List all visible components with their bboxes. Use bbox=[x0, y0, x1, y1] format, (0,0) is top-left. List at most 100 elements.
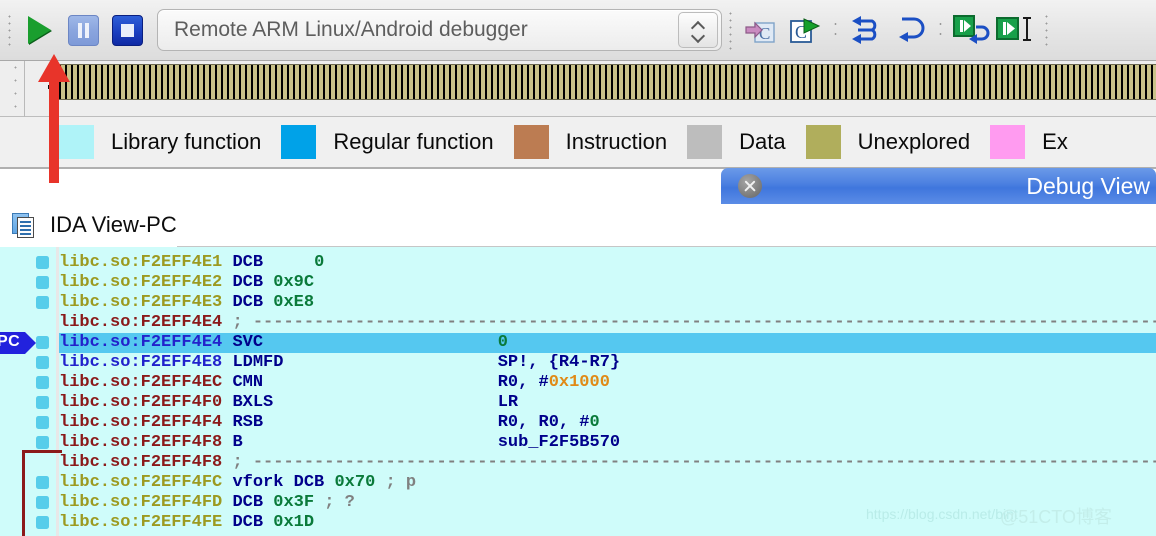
step-into-icon: C bbox=[745, 21, 775, 43]
toolbar-overflow-handle[interactable] bbox=[1045, 13, 1048, 47]
breakpoint-dot[interactable] bbox=[36, 336, 49, 349]
line-mnemonic: LDMFD bbox=[232, 353, 284, 372]
line-mnemonic: DCB bbox=[293, 473, 325, 492]
line-operand: 0 bbox=[314, 253, 325, 272]
disassembly-line[interactable]: libc.so:F2EFF4E2 DCB 0x9C bbox=[59, 273, 1156, 293]
close-icon[interactable] bbox=[738, 174, 762, 198]
run-until-return-button[interactable] bbox=[949, 8, 993, 52]
stop-button[interactable] bbox=[105, 8, 149, 52]
watermark-site: @51CTO博客 bbox=[1000, 507, 1112, 527]
step-out-icon bbox=[899, 17, 925, 42]
legend-swatch bbox=[281, 125, 317, 159]
legend-item: Library function bbox=[59, 125, 281, 159]
debugger-toolbar: Remote ARM Linux/Android debugger C C bbox=[0, 0, 1156, 61]
disassembly-line[interactable]: libc.so:F2EFF4E1 DCB 0 bbox=[59, 253, 1156, 273]
line-operand: 0 bbox=[497, 333, 508, 352]
line-address: libc.so:F2EFF4F8 bbox=[59, 433, 223, 452]
line-operand: R0, R0, #0 bbox=[497, 413, 600, 432]
line-address: libc.so:F2EFF4E4 bbox=[59, 333, 223, 352]
line-comment: ; bbox=[232, 313, 253, 332]
legend-items: Library function Regular function Instruct… bbox=[0, 125, 1088, 159]
legend-item: Data bbox=[687, 125, 805, 159]
arrow-up-icon bbox=[38, 54, 70, 183]
tab-ida-view-pc[interactable]: IDA View-PC bbox=[0, 203, 177, 247]
legend-item: Instruction bbox=[513, 125, 688, 159]
toolbar-drag-handle[interactable] bbox=[8, 13, 11, 47]
toolbar-separator-3 bbox=[939, 19, 942, 41]
legend-swatch bbox=[805, 125, 841, 159]
line-address: libc.so:F2EFF4E4 bbox=[59, 313, 223, 332]
line-comment: ; bbox=[232, 453, 253, 472]
disassembly-line[interactable]: libc.so:F2EFF4EC CMN R0, #0x1000 bbox=[59, 373, 1156, 393]
line-comment: ; p bbox=[385, 473, 417, 492]
disassembly-line[interactable]: libc.so:F2EFF4E3 DCB 0xE8 bbox=[59, 293, 1156, 313]
breakpoint-dot[interactable] bbox=[36, 436, 49, 449]
line-operand: 0x1D bbox=[273, 513, 315, 532]
legend-label: Unexplored bbox=[857, 129, 971, 154]
ida-debugger-window: Remote ARM Linux/Android debugger C C Li… bbox=[0, 0, 1156, 536]
stop-icon bbox=[111, 14, 143, 46]
play-icon bbox=[27, 16, 51, 44]
line-address: libc.so:F2EFF4E1 bbox=[59, 253, 223, 272]
breakpoint-dot[interactable] bbox=[36, 256, 49, 269]
disassembly-view[interactable]: libc.so:F2EFF4E1 DCB 0 libc.so:F2EFF4E2 D… bbox=[0, 247, 1156, 536]
breakpoint-dot[interactable] bbox=[36, 376, 49, 389]
line-address: libc.so:F2EFF4E8 bbox=[59, 353, 223, 372]
line-mnemonic: DCB bbox=[232, 253, 264, 272]
disassembly-line[interactable]: libc.so:F2EFF4F0 BXLS LR bbox=[59, 393, 1156, 413]
disassembly-line[interactable]: libc.so:F2EFF4F8 ; ---------------------… bbox=[59, 453, 1156, 473]
breakpoint-dot[interactable] bbox=[36, 356, 49, 369]
navigation-band[interactable] bbox=[59, 64, 1156, 100]
legend-label: Library function bbox=[111, 129, 262, 154]
line-comment: ; ? bbox=[324, 493, 355, 512]
step-out-button[interactable] bbox=[888, 8, 932, 52]
run-to-cursor-icon: C bbox=[790, 18, 821, 43]
navigation-band-area bbox=[0, 61, 1156, 174]
disassembly-line[interactable]: libc.so:F2EFF4E4 ; ---------------------… bbox=[59, 313, 1156, 333]
legend-item: Unexplored bbox=[805, 125, 991, 159]
line-operand: 0x3F bbox=[273, 493, 315, 512]
legend-label: Instruction bbox=[565, 129, 668, 154]
disassembly-line[interactable]: libc.so:F2EFF4E8 LDMFD SP!, {R4-R7} bbox=[59, 353, 1156, 373]
document-icon bbox=[12, 212, 37, 238]
disassembly-line-current[interactable]: libc.so:F2EFF4E4 SVC 0 bbox=[59, 333, 1156, 353]
disassembly-line[interactable]: libc.so:F2EFF4F4 RSB R0, R0, #0 bbox=[59, 413, 1156, 433]
disassembly-line[interactable]: libc.so:F2EFF4F8 B sub_F2F5B570 bbox=[59, 433, 1156, 453]
line-mnemonic: SVC bbox=[232, 333, 264, 352]
breakpoint-dot[interactable] bbox=[36, 396, 49, 409]
pc-marker[interactable]: PC bbox=[0, 332, 36, 354]
line-address: libc.so:F2EFF4E3 bbox=[59, 293, 223, 312]
legend-swatch bbox=[990, 125, 1026, 159]
line-mnemonic: DCB bbox=[232, 293, 264, 312]
line-address: libc.so:F2EFF4E2 bbox=[59, 273, 223, 292]
navband-legend: Library function Regular function Instruct… bbox=[0, 117, 1156, 169]
tab-label: IDA View-PC bbox=[50, 212, 177, 237]
step-instruction-button[interactable] bbox=[993, 8, 1037, 52]
debugger-select[interactable]: Remote ARM Linux/Android debugger bbox=[157, 9, 722, 51]
line-address: libc.so:F2EFF4F0 bbox=[59, 393, 223, 412]
pause-button[interactable] bbox=[61, 8, 105, 52]
debug-view-titlebar[interactable]: Debug View bbox=[721, 168, 1156, 204]
step-over-icon bbox=[852, 16, 877, 44]
line-address: libc.so:F2EFF4FC bbox=[59, 473, 223, 492]
toolbar-separator-2 bbox=[834, 19, 837, 41]
disassembly-lines[interactable]: libc.so:F2EFF4E1 DCB 0 libc.so:F2EFF4E2 D… bbox=[59, 247, 1156, 536]
run-button[interactable] bbox=[17, 8, 61, 52]
legend-swatch bbox=[687, 125, 723, 159]
line-operand: LR bbox=[497, 393, 519, 412]
step-over-button[interactable] bbox=[844, 8, 888, 52]
run-to-cursor-button[interactable]: C bbox=[783, 8, 827, 52]
breakpoint-dot[interactable] bbox=[36, 416, 49, 429]
view-tabbar: IDA View-PC bbox=[0, 203, 1156, 247]
breakpoint-dot[interactable] bbox=[36, 296, 49, 309]
separator-dashes: ----------------------------------------… bbox=[252, 313, 1156, 332]
flow-bracket bbox=[22, 450, 62, 536]
line-address: libc.so:F2EFF4EC bbox=[59, 373, 223, 392]
line-mnemonic: DCB bbox=[232, 273, 264, 292]
step-into-button[interactable]: C bbox=[739, 8, 783, 52]
line-operand: sub_F2F5B570 bbox=[497, 433, 621, 452]
breakpoint-dot[interactable] bbox=[36, 276, 49, 289]
line-address: libc.so:F2EFF4F4 bbox=[59, 413, 223, 432]
debugger-select-stepper[interactable] bbox=[678, 12, 718, 48]
disassembly-line[interactable]: libc.so:F2EFF4FC vfork DCB 0x70 ; p bbox=[59, 473, 1156, 493]
